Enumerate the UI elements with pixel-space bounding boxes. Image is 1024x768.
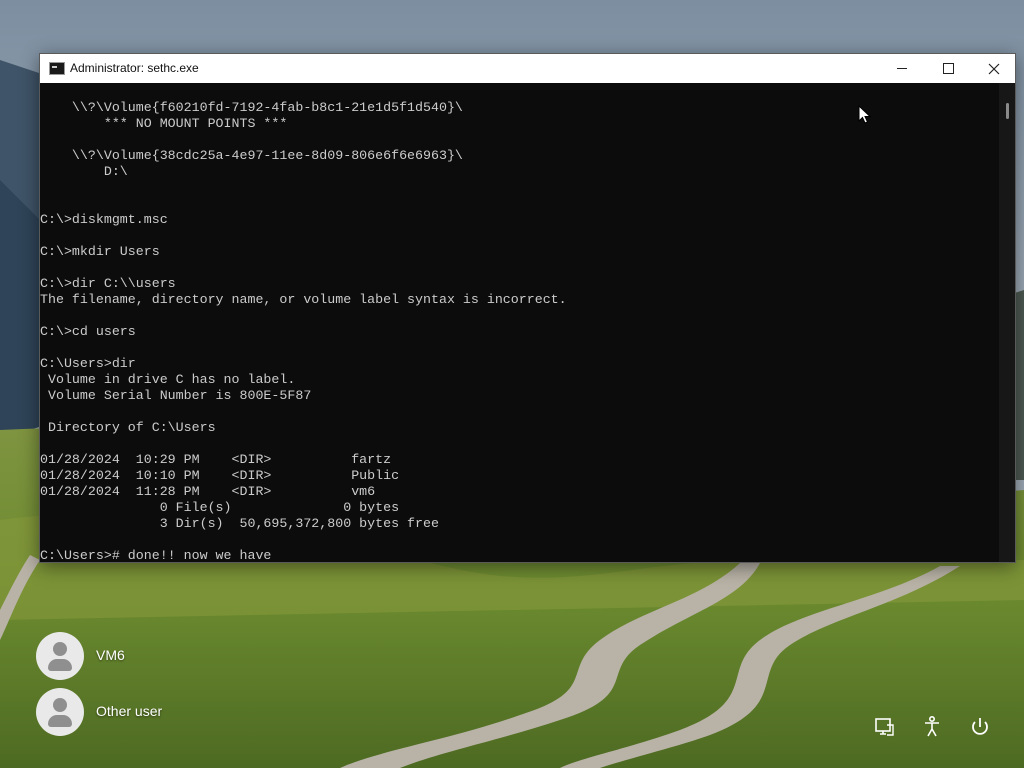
lock-screen-desktop: Administrator: sethc.exe \\?\Volume{f602… [0,0,1024,768]
vertical-scrollbar[interactable] [999,83,1015,562]
console-line: 0 File(s) 0 bytes [40,500,400,515]
close-button[interactable] [971,54,1017,83]
accessibility-button[interactable] [918,713,946,741]
minimize-icon [897,68,907,69]
user-tile-other-user[interactable]: Other user [36,688,236,736]
console-line: C:\>cd users [40,324,136,339]
maximize-icon [942,63,954,74]
console-line: C:\Users># done!! now we have [40,548,272,562]
network-icon [875,718,894,736]
network-button[interactable] [870,713,898,741]
user-name: Other user [96,703,163,719]
console-line: C:\>diskmgmt.msc [40,212,168,227]
console-output: \\?\Volume{f60210fd-7192-4fab-b8c1-21e1d… [40,83,999,562]
minimize-button[interactable] [879,54,925,83]
user-name: VM6 [96,647,125,663]
console-window[interactable]: Administrator: sethc.exe \\?\Volume{f602… [39,53,1016,563]
console-line: *** NO MOUNT POINTS *** [40,116,288,131]
mouse-cursor-icon [858,105,872,124]
maximize-button[interactable] [925,54,971,83]
power-icon [972,718,988,735]
console-line: Directory of C:\Users [40,420,216,435]
user-tile-vm6[interactable]: VM6 [36,632,236,680]
close-icon [988,63,1000,74]
console-line: \\?\Volume{38cdc25a-4e97-11ee-8d09-806e6… [40,148,463,163]
window-title: Administrator: sethc.exe [70,61,199,75]
console-line: C:\Users>dir [40,356,136,371]
console-line: Volume Serial Number is 800E-5F87 [40,388,312,403]
console-line: D:\ [40,164,128,179]
console-output-area[interactable]: \\?\Volume{f60210fd-7192-4fab-b8c1-21e1d… [40,83,999,562]
console-line: C:\>mkdir Users [40,244,160,259]
console-line: The filename, directory name, or volume … [40,292,567,307]
console-line: 01/28/2024 11:28 PM <DIR> vm6 [40,484,376,499]
power-button[interactable] [966,713,994,741]
console-line: \\?\Volume{f60210fd-7192-4fab-b8c1-21e1d… [40,100,463,115]
accessibility-icon [925,715,939,737]
user-avatar-icon [36,688,84,736]
scrollbar-thumb[interactable] [1006,103,1009,119]
console-line: 3 Dir(s) 50,695,372,800 bytes free [40,516,439,531]
console-line: C:\>dir C:\\users [40,276,176,291]
title-bar[interactable]: Administrator: sethc.exe [40,54,1015,83]
console-line: Volume in drive C has no label. [40,372,296,387]
console-line: 01/28/2024 10:10 PM <DIR> Public [40,468,400,483]
console-icon [49,62,65,75]
console-line: 01/28/2024 10:29 PM <DIR> fartz [40,452,392,467]
user-avatar-icon [36,632,84,680]
